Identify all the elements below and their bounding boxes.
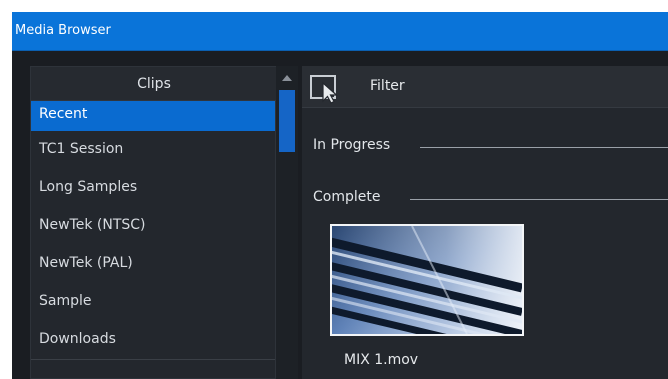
clip-item-long-samples[interactable]: Long Samples: [31, 169, 275, 207]
clip-item-label: TC1 Session: [39, 141, 124, 157]
complete-divider: [410, 199, 668, 200]
clips-scrollbar[interactable]: [276, 66, 298, 379]
clip-item-downloads[interactable]: Downloads: [31, 321, 275, 359]
media-browser-window: Media Browser Clips Recent TC1 Session L…: [12, 12, 668, 379]
clip-item-newtek-ntsc[interactable]: NewTek (NTSC): [31, 207, 275, 245]
pointer-select-icon[interactable]: [309, 74, 347, 104]
chevron-up-icon: [282, 75, 292, 81]
clip-item-label: Downloads: [39, 331, 116, 347]
clip-item-label: Long Samples: [39, 179, 138, 195]
clip-item-label: NewTek (PAL): [39, 255, 133, 271]
complete-label: Complete: [313, 189, 381, 205]
clip-item-tc1-session[interactable]: TC1 Session: [31, 131, 275, 169]
media-item-name[interactable]: MIX 1.mov: [344, 352, 418, 368]
clip-item-sample[interactable]: Sample: [31, 283, 275, 321]
clips-header[interactable]: Clips: [31, 67, 277, 101]
media-thumbnail[interactable]: [330, 224, 524, 336]
title-bar[interactable]: Media Browser: [12, 12, 668, 51]
media-content-panel: Filter In Progress Complete MIX 1.mov: [302, 66, 668, 379]
clip-item-recent[interactable]: Recent: [31, 101, 275, 131]
video-thumbnail-icon: [332, 226, 522, 334]
in-progress-divider: [420, 147, 668, 148]
clip-item-label: Recent: [39, 106, 88, 122]
clips-header-label: Clips: [137, 76, 171, 92]
filter-label[interactable]: Filter: [370, 78, 405, 94]
scroll-up-button[interactable]: [276, 66, 298, 90]
clip-item-label: Sample: [39, 293, 92, 309]
clips-panel: Clips Recent TC1 Session Long Samples Ne…: [30, 66, 277, 379]
window-title: Media Browser: [15, 23, 111, 38]
complete-section: Complete: [302, 189, 668, 211]
clips-list: Recent TC1 Session Long Samples NewTek (…: [31, 101, 275, 359]
clip-item-newtek-pal[interactable]: NewTek (PAL): [31, 245, 275, 283]
clip-item-label: NewTek (NTSC): [39, 217, 146, 233]
in-progress-label: In Progress: [313, 137, 391, 153]
scrollbar-thumb[interactable]: [279, 90, 295, 152]
clips-list-divider: [31, 359, 275, 360]
in-progress-section: In Progress: [302, 137, 668, 159]
filter-bar: Filter: [302, 66, 668, 108]
